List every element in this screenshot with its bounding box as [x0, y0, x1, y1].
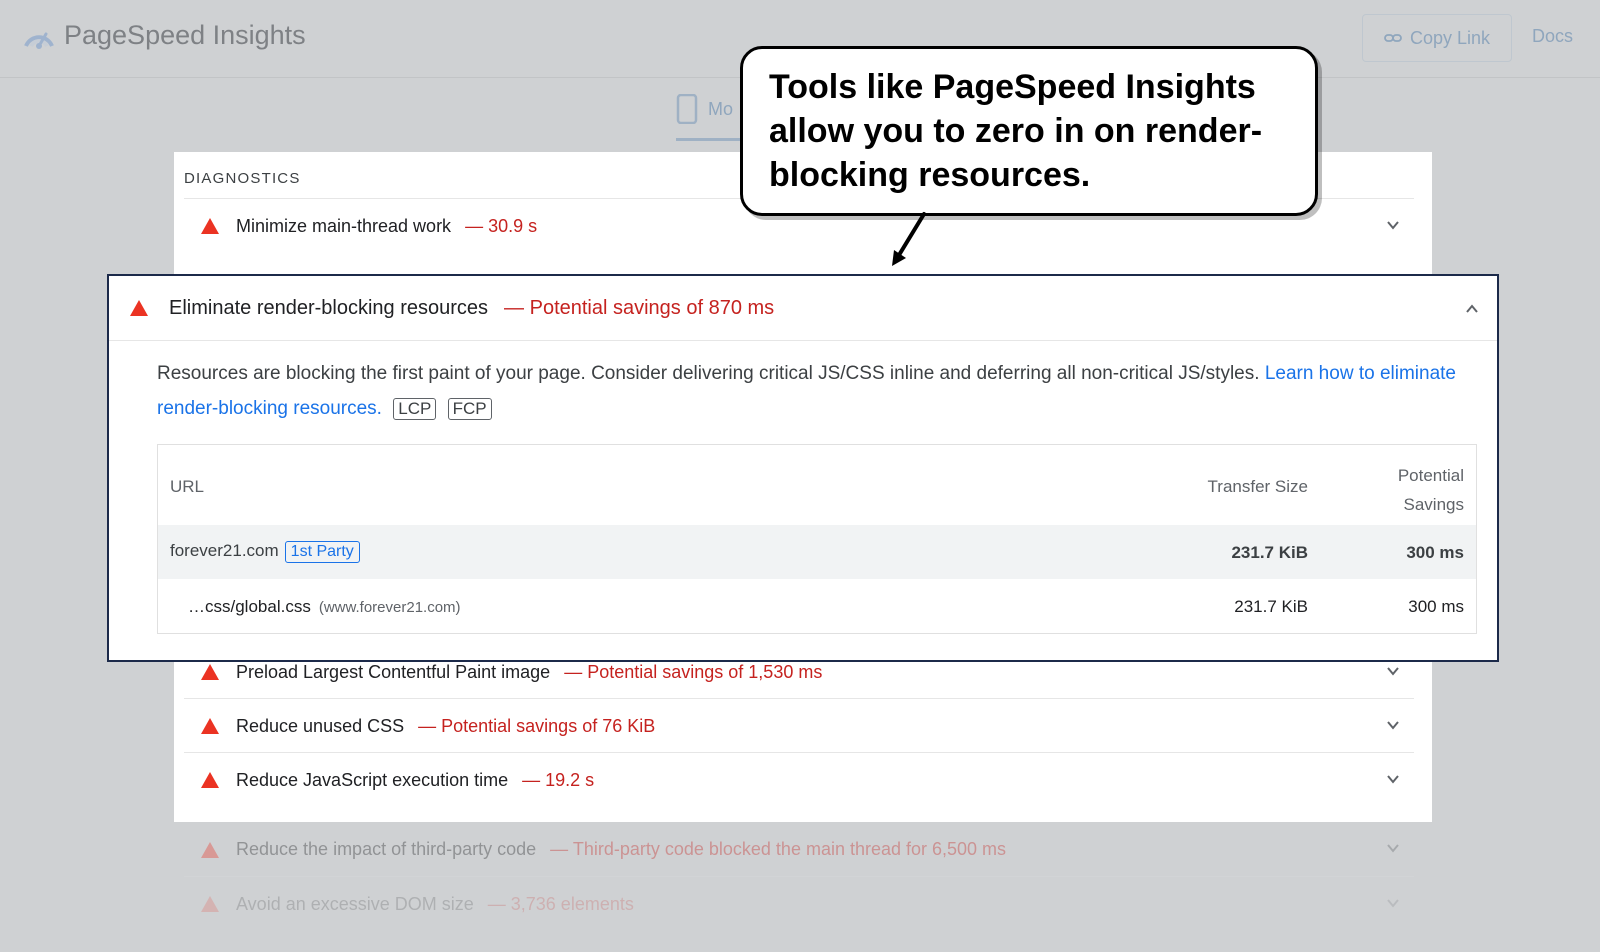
resource-host: (www.forever21.com)	[318, 599, 461, 616]
row-transfer-size: 231.7 KiB	[1234, 597, 1308, 616]
audit-row[interactable]: Reduce JavaScript execution time — 19.2 …	[184, 752, 1414, 807]
audit-detail: — 19.2 s	[522, 769, 595, 790]
first-party-badge: 1st Party	[284, 541, 360, 563]
audit-row[interactable]: Avoid an excessive DOM size — 3,736 elem…	[184, 876, 1414, 931]
section-title: DIAGNOSTICS	[184, 170, 301, 187]
callout-bubble: Tools like PageSpeed Insights allow you …	[740, 46, 1318, 216]
row-transfer-size: 231.7 KiB	[1231, 543, 1308, 562]
audit-detail: — Third-party code blocked the main thre…	[550, 839, 1007, 859]
audit-row[interactable]: Reduce the impact of third-party code — …	[184, 822, 1414, 877]
table-row-group: forever21.com 1st Party 231.7 KiB 300 ms	[158, 525, 1476, 579]
group-domain: forever21.com	[170, 541, 279, 560]
resource-path: …css/global.css	[188, 597, 311, 616]
audit-detail: — Potential savings of 76 KiB	[418, 715, 656, 736]
copy-link-label: Copy Link	[1409, 27, 1491, 48]
chevron-down-icon[interactable]	[1386, 664, 1400, 678]
column-header-transfer-size: Transfer Size	[1207, 477, 1308, 496]
column-header-line: Savings	[1403, 495, 1464, 514]
audit-description: Resources are blocking the first paint o…	[157, 356, 1477, 426]
mobile-phone-icon	[676, 94, 698, 124]
tab-mobile-label: Mo	[708, 98, 734, 119]
chevron-down-icon[interactable]	[1386, 896, 1400, 910]
warning-triangle-icon	[201, 896, 219, 912]
app-title: PageSpeed Insights	[64, 19, 306, 50]
logo[interactable]: PageSpeed Insights	[22, 18, 306, 52]
row-savings: 300 ms	[1408, 597, 1464, 616]
audit-detail: — Potential savings of 1,530 ms	[564, 661, 823, 682]
chevron-down-icon[interactable]	[1386, 218, 1400, 232]
audit-title: Avoid an excessive DOM size	[236, 893, 474, 914]
table-row[interactable]: …css/global.css (www.forever21.com) 231.7…	[158, 579, 1476, 633]
tab-mobile[interactable]: Mo	[676, 94, 733, 124]
metric-tag-fcp: FCP	[447, 398, 492, 420]
row-savings: 300 ms	[1406, 543, 1464, 562]
audit-title: Preload Largest Contentful Paint image	[236, 661, 551, 682]
warning-triangle-icon	[201, 841, 219, 858]
row-url: …css/global.css (www.forever21.com)	[188, 597, 461, 617]
column-header-url: URL	[170, 477, 205, 496]
link-icon	[1384, 34, 1402, 42]
chevron-down-icon[interactable]	[1386, 841, 1400, 855]
audit-title: Reduce unused CSS	[236, 715, 405, 736]
audit-title: Reduce JavaScript execution time	[236, 769, 509, 790]
table-header: URL Transfer Size Potential Savings	[158, 445, 1476, 525]
metric-tag-lcp: LCP	[393, 398, 437, 420]
callout-text: Tools like PageSpeed Insights allow you …	[769, 68, 1263, 194]
docs-link[interactable]: Docs	[1532, 26, 1573, 47]
audit-title: Minimize main-thread work	[236, 215, 452, 236]
chevron-down-icon[interactable]	[1386, 718, 1400, 732]
description-text: Resources are blocking the first paint o…	[157, 363, 1260, 384]
audit-detail: — Potential savings of 870 ms	[504, 296, 775, 319]
resources-table: URL Transfer Size Potential Savings fore…	[157, 444, 1477, 634]
audit-detail: — 3,736 elements	[487, 893, 634, 914]
callout-arrow-icon	[892, 212, 926, 266]
warning-triangle-icon	[201, 664, 219, 680]
audit-title: Eliminate render-blocking resources	[169, 296, 489, 319]
column-header-potential-savings: Potential Savings	[1398, 461, 1464, 519]
warning-triangle-icon	[201, 718, 219, 734]
audit-title: Reduce the impact of third-party code	[236, 839, 537, 859]
active-tab-indicator	[676, 138, 746, 141]
warning-triangle-icon	[201, 772, 219, 788]
audit-row[interactable]: Reduce unused CSS — Potential savings of…	[184, 698, 1414, 753]
chevron-down-icon[interactable]	[1386, 772, 1400, 786]
row-url: forever21.com 1st Party	[170, 541, 360, 563]
pagespeed-logo-icon	[24, 32, 54, 49]
expanded-audit-header[interactable]: Eliminate render-blocking resources — Po…	[109, 276, 1497, 341]
warning-triangle-icon	[130, 300, 148, 316]
chevron-up-icon[interactable]	[1465, 302, 1479, 316]
warning-triangle-icon	[201, 218, 219, 234]
copy-link-button[interactable]: Copy Link	[1362, 14, 1512, 62]
audit-detail: — 30.9 s	[465, 215, 538, 236]
column-header-line: Potential	[1397, 466, 1464, 485]
expanded-audit-highlight: Eliminate render-blocking resources — Po…	[107, 274, 1499, 662]
